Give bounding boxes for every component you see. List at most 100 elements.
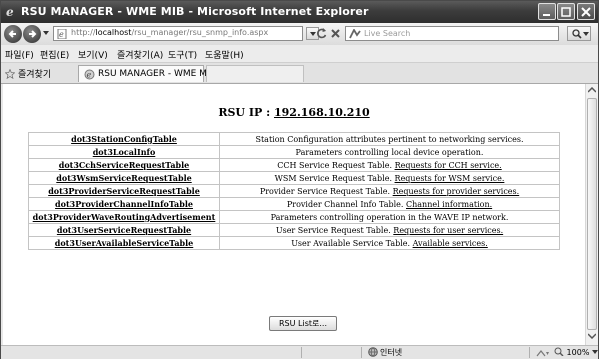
object-link[interactable]: dot3UserAvailableServiceTable xyxy=(55,238,194,248)
star-icon xyxy=(4,68,16,80)
svg-text:e: e xyxy=(87,71,92,80)
search-button[interactable] xyxy=(567,26,591,41)
menu-file[interactable]: 파일(F) xyxy=(5,48,34,61)
menu-help[interactable]: 도움말(H) xyxy=(205,48,244,61)
object-name-cell: dot3UserServiceRequestTable xyxy=(28,223,220,237)
description-link[interactable]: Requests for WSM service. xyxy=(395,174,505,183)
object-link[interactable]: dot3StationConfigTable xyxy=(71,134,177,144)
url-text: http://localhost/rsu_manager/rsu_snmp_in… xyxy=(71,28,269,37)
back-button[interactable] xyxy=(4,25,22,43)
close-button[interactable] xyxy=(577,3,595,20)
title-bar: e RSU MANAGER - WME MIB - Microsoft Inte… xyxy=(1,1,598,23)
description-cell: CCH Service Request Table. Requests for … xyxy=(219,158,560,172)
security-zone[interactable]: 인터넷 xyxy=(368,347,402,358)
description-link[interactable]: Requests for CCH service. xyxy=(395,161,502,170)
menu-tools[interactable]: 도구(T) xyxy=(168,48,197,61)
object-name-cell: dot3ProviderServiceRequestTable xyxy=(28,184,220,198)
object-name-cell: dot3UserAvailableServiceTable xyxy=(28,236,220,250)
zoom-icon xyxy=(554,347,564,357)
history-dropdown-icon[interactable] xyxy=(43,31,49,36)
description-link[interactable]: Requests for user services. xyxy=(393,226,503,235)
description-text: WSM Service Request Table. xyxy=(274,173,392,183)
stop-button[interactable] xyxy=(329,27,342,40)
page-icon: e xyxy=(57,29,67,39)
menu-view[interactable]: 보기(V) xyxy=(78,48,108,61)
scroll-down-icon[interactable] xyxy=(588,333,596,339)
search-placeholder: Live Search xyxy=(364,29,411,38)
heading-label: RSU IP : xyxy=(218,106,271,119)
page-heading: RSU IP : 192.168.10.210 xyxy=(3,106,585,119)
menu-favorites[interactable]: 즐겨찾기(A) xyxy=(117,48,163,61)
table-row: dot3CchServiceRequestTable CCH Service Re… xyxy=(28,158,560,172)
tab-rsu-manager[interactable]: e RSU MANAGER - WME MIB xyxy=(78,65,216,82)
table-row: dot3WsmServiceRequestTable WSM Service Re… xyxy=(28,171,560,185)
object-link[interactable]: dot3WsmServiceRequestTable xyxy=(56,173,191,183)
forward-button[interactable] xyxy=(23,25,41,43)
description-text: Provider Channel Info Table. xyxy=(286,199,404,209)
browser-window: e RSU MANAGER - WME MIB - Microsoft Inte… xyxy=(0,0,599,359)
status-divider xyxy=(529,347,530,358)
description-cell: User Available Service Table. Available … xyxy=(219,236,560,250)
description-link[interactable]: Available services. xyxy=(413,239,488,248)
maximize-button[interactable] xyxy=(557,3,575,20)
address-field[interactable]: e http://localhost/rsu_manager/rsu_snmp_… xyxy=(53,26,303,41)
svg-text:e: e xyxy=(6,5,14,18)
description-text: Station Configuration attributes pertine… xyxy=(255,134,524,144)
window-title: RSU MANAGER - WME MIB - Microsoft Intern… xyxy=(21,5,369,18)
description-text: Parameters controlling operation in the … xyxy=(270,212,509,222)
description-cell: WSM Service Request Table. Requests for … xyxy=(219,171,560,185)
table-row: dot3LocalInfo Parameters controlling loca… xyxy=(28,145,560,159)
forward-arrow-icon xyxy=(29,30,37,38)
live-search-icon xyxy=(349,29,361,39)
magnifier-icon xyxy=(572,29,582,39)
object-name-cell: dot3LocalInfo xyxy=(28,145,220,159)
page-content: RSU IP : 192.168.10.210 dot3StationConfi… xyxy=(3,84,585,345)
description-cell: Parameters controlling operation in the … xyxy=(219,210,560,224)
minimize-icon xyxy=(543,14,550,16)
tab-bar: 즐겨찾기 e RSU MANAGER - WME MIB xyxy=(1,63,598,84)
object-name-cell: dot3CchServiceRequestTable xyxy=(28,158,220,172)
scrollbar-thumb[interactable] xyxy=(587,98,597,330)
description-text: Provider Service Request Table. xyxy=(259,186,391,196)
object-name-cell: dot3StationConfigTable xyxy=(28,132,220,146)
refresh-button[interactable] xyxy=(315,27,328,40)
table-row: dot3ProviderChannelInfoTable Provider Cha… xyxy=(28,197,560,211)
vertical-scrollbar[interactable] xyxy=(585,84,598,345)
description-text: User Service Request Table. xyxy=(275,225,391,235)
description-link[interactable]: Channel information. xyxy=(406,200,492,209)
object-link[interactable]: dot3LocalInfo xyxy=(93,147,156,157)
status-bar: 인터넷 100% xyxy=(1,345,598,359)
description-cell: Provider Channel Info Table. Channel inf… xyxy=(219,197,560,211)
description-text: User Available Service Table. xyxy=(291,238,411,248)
menu-bar: 파일(F) 편집(E) 보기(V) 즐겨찾기(A) 도구(T) 도움말(H) xyxy=(1,45,598,63)
object-link[interactable]: dot3ProviderServiceRequestTable xyxy=(48,186,200,196)
menu-edit[interactable]: 편집(E) xyxy=(40,48,69,61)
protected-mode-icon[interactable] xyxy=(536,348,550,357)
description-cell: Station Configuration attributes pertine… xyxy=(219,132,560,146)
object-name-cell: dot3ProviderChannelInfoTable xyxy=(28,197,220,211)
chevron-down-icon xyxy=(591,350,598,354)
search-input[interactable]: Live Search xyxy=(345,26,559,41)
description-cell: User Service Request Table. Requests for… xyxy=(219,223,560,237)
description-cell: Parameters controlling local device oper… xyxy=(219,145,560,159)
table-row: dot3UserAvailableServiceTable User Availa… xyxy=(28,236,560,250)
minimize-button[interactable] xyxy=(538,3,556,20)
status-divider xyxy=(301,347,302,358)
mib-table: dot3StationConfigTable Station Configurat… xyxy=(28,132,560,250)
new-tab-button[interactable] xyxy=(206,65,304,82)
scroll-up-icon[interactable] xyxy=(588,87,596,93)
object-link[interactable]: dot3UserServiceRequestTable xyxy=(57,225,191,235)
favorites-button[interactable]: 즐겨찾기 xyxy=(4,67,51,80)
object-link[interactable]: dot3ProviderWaveRoutingAdvertisement xyxy=(33,212,216,222)
status-divider xyxy=(361,347,362,358)
globe-icon xyxy=(368,347,378,357)
maximize-icon xyxy=(561,7,571,17)
object-name-cell: dot3WsmServiceRequestTable xyxy=(28,171,220,185)
description-link[interactable]: Requests for provider services. xyxy=(393,187,520,196)
zoom-level[interactable]: 100% xyxy=(554,347,598,357)
rsu-list-button[interactable]: RSU List로... xyxy=(269,316,337,331)
object-link[interactable]: dot3ProviderChannelInfoTable xyxy=(55,199,193,209)
ie-logo-icon: e xyxy=(6,5,14,18)
rsu-ip-link[interactable]: 192.168.10.210 xyxy=(274,106,370,119)
object-link[interactable]: dot3CchServiceRequestTable xyxy=(59,160,190,170)
